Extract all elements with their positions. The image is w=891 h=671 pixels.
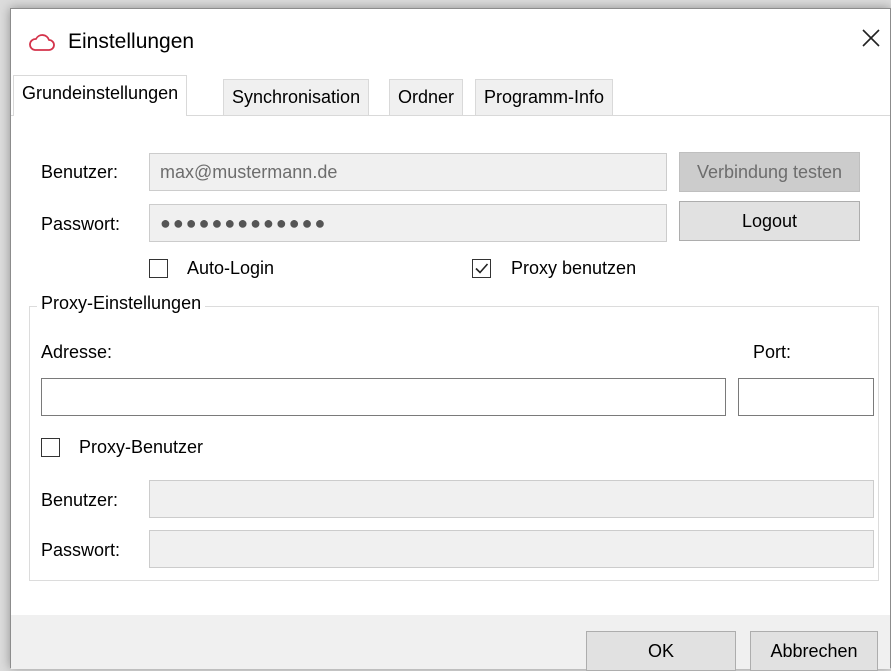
logout-button[interactable]: Logout: [679, 201, 860, 241]
proxy-user-label: Proxy-Benutzer: [79, 437, 204, 457]
tab-grundeinstellungen[interactable]: Grundeinstellungen: [13, 75, 188, 116]
auto-login-checkbox[interactable]: [149, 259, 168, 278]
close-icon[interactable]: [858, 25, 884, 51]
password-field[interactable]: ●●●●●●●●●●●●●: [149, 204, 667, 242]
test-connection-button[interactable]: Verbindung testen: [679, 152, 860, 192]
address-label: Adresse:: [41, 342, 113, 362]
tab-panel: Benutzer: max@mustermann.de Verbindung t…: [11, 115, 890, 615]
proxy-use-label: Proxy benutzen: [511, 258, 637, 278]
proxy-use-checkbox[interactable]: [472, 259, 491, 278]
proxy-password-field[interactable]: [149, 530, 874, 568]
auto-login-label: Auto-Login: [187, 258, 275, 278]
title-bar: Einstellungen: [11, 9, 890, 69]
proxy-settings-title: Proxy-Einstellungen: [37, 293, 206, 314]
port-field[interactable]: [738, 378, 874, 416]
checkmark-icon: [475, 263, 489, 274]
window-title: Einstellungen: [68, 30, 195, 53]
user-label: Benutzer:: [41, 162, 119, 182]
proxy-user-name-field[interactable]: [149, 480, 874, 518]
user-field[interactable]: max@mustermann.de: [149, 153, 667, 191]
tab-synchronisation[interactable]: Synchronisation: [223, 79, 370, 115]
dialog-footer: OK Abbrechen: [11, 615, 890, 671]
settings-window: Einstellungen Grundeinstellungen Synchro…: [10, 8, 891, 671]
proxy-user-name-label: Benutzer:: [41, 490, 119, 510]
proxy-user-checkbox[interactable]: [41, 438, 60, 457]
tab-programm-info[interactable]: Programm-Info: [475, 79, 614, 115]
port-label: Port:: [753, 342, 792, 362]
tab-ordner[interactable]: Ordner: [389, 79, 464, 115]
ok-button[interactable]: OK: [586, 631, 736, 671]
cancel-button[interactable]: Abbrechen: [750, 631, 878, 671]
cloud-icon: [29, 34, 55, 51]
proxy-password-label: Passwort:: [41, 540, 121, 560]
password-label: Passwort:: [41, 214, 121, 234]
address-field[interactable]: [41, 378, 726, 416]
